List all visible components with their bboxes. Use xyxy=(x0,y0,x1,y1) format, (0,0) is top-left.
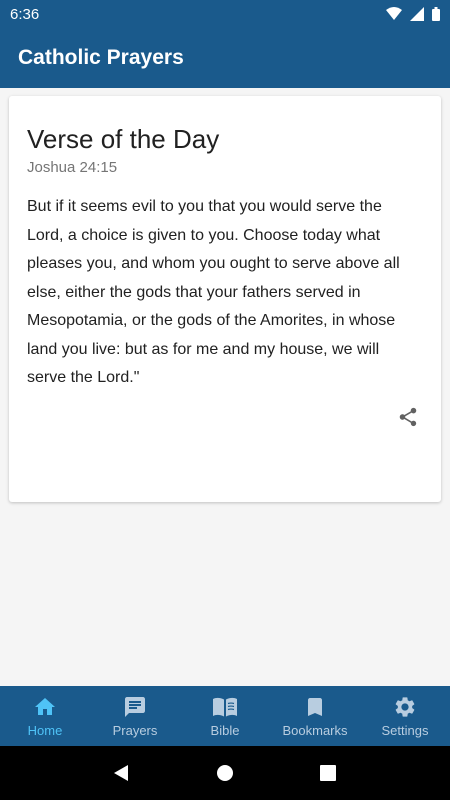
nav-item-prayers[interactable]: Prayers xyxy=(90,686,180,746)
verse-text: But if it seems evil to you that you wou… xyxy=(27,198,400,386)
verse-title: Verse of the Day xyxy=(27,124,220,154)
nav-item-bookmarks[interactable]: Bookmarks xyxy=(270,686,360,746)
recents-icon[interactable] xyxy=(318,763,338,783)
nav-label-bookmarks: Bookmarks xyxy=(282,722,348,738)
nav-label-home: Home xyxy=(27,722,63,738)
nav-label-prayers: Prayers xyxy=(112,722,158,738)
app-title: Catholic Prayers xyxy=(18,46,184,69)
book-icon xyxy=(212,695,238,719)
battery-icon xyxy=(432,7,440,21)
verse-card: Verse of the Day Joshua 24:15 But if it … xyxy=(9,96,441,502)
nav-label-settings: Settings xyxy=(381,722,429,738)
share-icon xyxy=(399,407,417,427)
status-icons xyxy=(386,7,440,21)
wifi-icon xyxy=(386,7,402,20)
verse-reference: Joshua 24:15 xyxy=(27,159,118,176)
app-bar: Catholic Prayers xyxy=(0,28,450,88)
nav-label-bible: Bible xyxy=(210,722,240,738)
nav-item-bible[interactable]: Bible xyxy=(180,686,270,746)
bottom-nav: Home Prayers Bible Bookmarks Settings xyxy=(0,686,450,746)
back-icon[interactable] xyxy=(112,763,132,783)
status-bar: 6:36 xyxy=(0,0,450,28)
home-circle-icon[interactable] xyxy=(215,763,235,783)
gear-icon xyxy=(393,695,417,719)
nav-item-home[interactable]: Home xyxy=(0,686,90,746)
system-nav-bar xyxy=(0,746,450,800)
bookmark-icon xyxy=(303,695,327,719)
share-button[interactable] xyxy=(395,404,421,430)
signal-icon xyxy=(410,7,424,21)
nav-item-settings[interactable]: Settings xyxy=(360,686,450,746)
home-icon xyxy=(33,695,57,719)
status-time: 6:36 xyxy=(10,5,40,23)
chat-icon xyxy=(123,695,147,719)
